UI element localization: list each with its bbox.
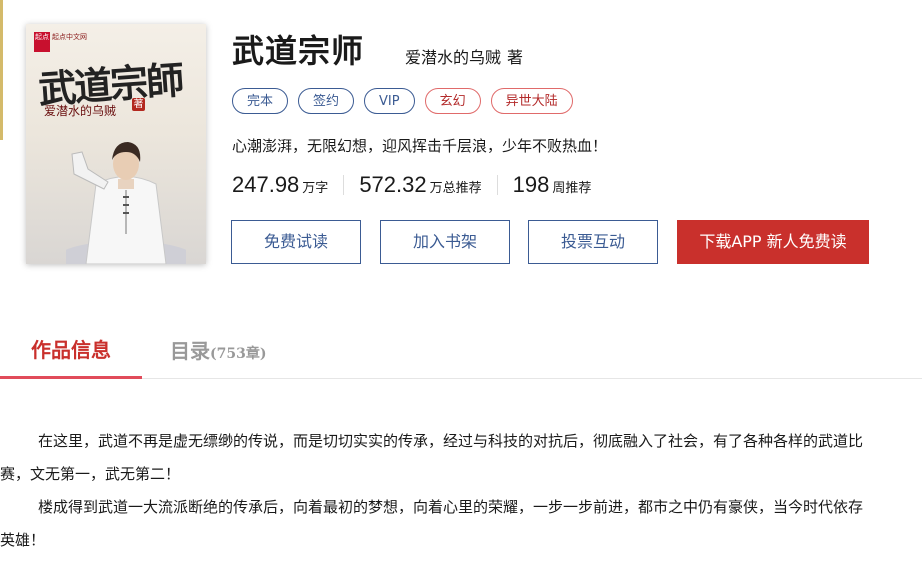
tag-subgenre[interactable]: 异世大陆 — [490, 88, 573, 114]
tab-toc-label: 目录 — [170, 339, 210, 363]
book-tabs: 作品信息 目录(753章) — [0, 330, 922, 379]
book-title: 武道宗师 — [232, 32, 365, 70]
book-tags: 完本 签约 VIP 玄幻 异世大陆 — [232, 88, 573, 114]
tag-genre-fantasy[interactable]: 玄幻 — [424, 88, 481, 114]
vote-button[interactable]: 投票互动 — [528, 220, 658, 264]
cover-author: 爱潜水的乌贼 — [44, 104, 117, 118]
stat-weekly-recommend: 198 周推荐 — [513, 172, 592, 198]
chapter-count: (753章) — [210, 346, 267, 362]
stat-divider — [496, 175, 498, 195]
tab-book-info[interactable]: 作品信息 — [0, 330, 142, 379]
book-tagline: 心潮澎湃，无限幻想，迎风挥击千层浪，少年不败热血！ — [232, 137, 608, 155]
author-name[interactable]: 爱潜水的乌贼 — [405, 48, 501, 67]
description-paragraph: 楼成得到武道一大流派断绝的传承后，向着最初的梦想，向着心里的荣耀，一步一步前进，… — [0, 498, 864, 549]
cover-author-mark: 著 — [132, 98, 145, 111]
stat-divider — [343, 175, 345, 195]
publisher-logo: 起点 — [34, 32, 50, 52]
cover-publisher: 起点中文网 — [52, 33, 87, 41]
stat-value: 247.98 — [232, 172, 300, 197]
tag-signed: 签约 — [298, 88, 355, 114]
stat-value: 198 — [512, 172, 550, 197]
add-to-shelf-button[interactable]: 加入书架 — [380, 220, 510, 264]
stat-total-recommend: 572.32 万总推荐 — [359, 172, 481, 198]
stat-unit: 万字 — [302, 181, 329, 196]
left-edge-accent — [0, 0, 3, 140]
book-description: 在这里，武道不再是虚无缥缈的传说，而是切切实实的传承，经过与科技的对抗后，彻底融… — [0, 425, 872, 557]
download-app-button[interactable]: 下载APP 新人免费读 — [677, 220, 869, 264]
stat-unit: 万总推荐 — [429, 181, 482, 196]
tag-vip: VIP — [364, 88, 415, 114]
stat-unit: 周推荐 — [552, 181, 592, 196]
tag-completed: 完本 — [232, 88, 289, 114]
book-cover[interactable]: 起点 起点中文网 武道宗師 爱潜水的乌贼 著 — [26, 24, 206, 264]
stat-word-count: 247.98 万字 — [232, 172, 328, 198]
book-author[interactable]: 爱潜水的乌贼著 — [405, 44, 523, 68]
stat-value: 572.32 — [359, 172, 427, 197]
cover-martial-artist-illustration — [66, 142, 186, 264]
tab-table-of-contents[interactable]: 目录(753章) — [170, 330, 266, 378]
author-mark: 著 — [507, 48, 524, 67]
free-read-button[interactable]: 免费试读 — [231, 220, 361, 264]
book-stats: 247.98 万字 572.32 万总推荐 198 周推荐 — [232, 172, 591, 198]
description-paragraph: 在这里，武道不再是虚无缥缈的传说，而是切切实实的传承，经过与科技的对抗后，彻底融… — [0, 432, 864, 483]
